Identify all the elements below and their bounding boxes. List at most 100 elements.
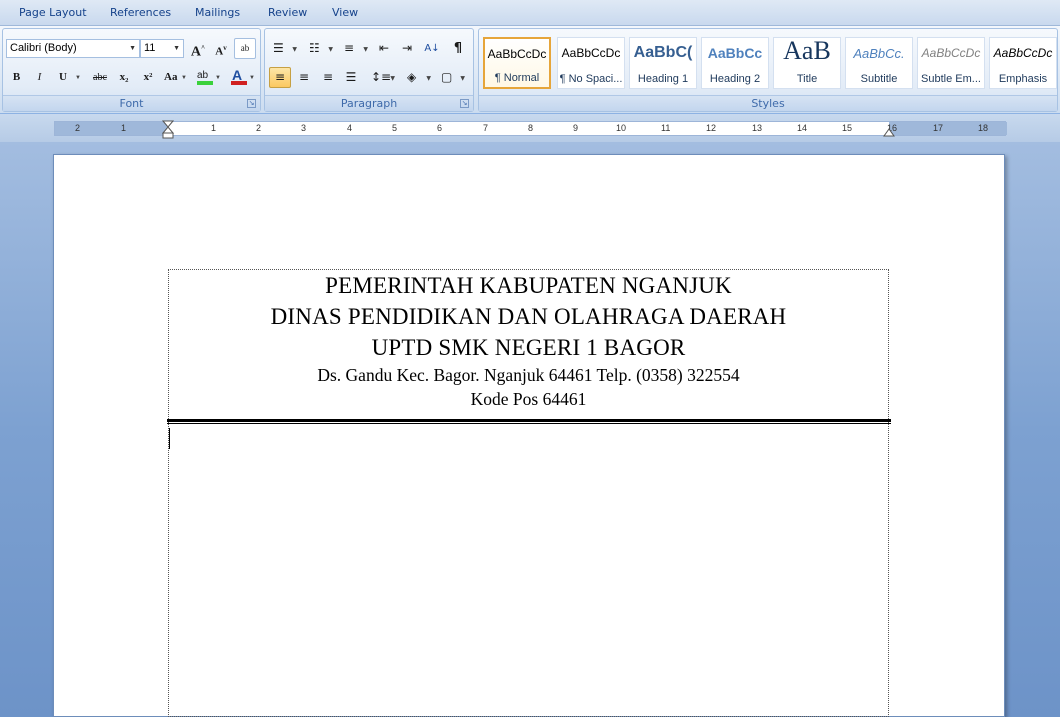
style-subtle-emphasis[interactable]: AaBbCcDc Subtle Em... [917,37,985,89]
align-right-icon: ≡ [322,70,334,84]
align-right-button[interactable]: ≡ [317,67,339,88]
style-name: Heading 2 [709,73,761,85]
clear-formatting-button[interactable]: ab [234,38,256,59]
style-name: Title [796,73,818,85]
style-name: ¶ No Spaci... [559,73,623,85]
ruler-number: 1 [121,123,127,133]
underline-button[interactable]: U ▼ [53,67,83,88]
style-normal[interactable]: AaBbCcDc ¶ Normal [483,37,551,89]
align-left-button[interactable]: ≡ [269,67,291,88]
strikethrough-button[interactable]: abc [88,67,112,88]
chevron-down-icon[interactable]: ▼ [328,40,333,59]
bullets-button[interactable]: ☰ ▼ [269,38,299,59]
superscript-icon: x² [143,71,153,83]
ruler-number: 11 [661,123,671,133]
font-name-combo[interactable]: Calibri (Body) ▼ [6,39,140,58]
style-name: Heading 1 [637,73,689,85]
sort-icon: A↓ [424,43,440,54]
tab-page-layout[interactable]: Page Layout [19,6,87,19]
ruler-number: 12 [706,123,717,133]
align-center-button[interactable]: ≡ [293,67,315,88]
highlight-button[interactable]: ab ▼ [193,67,223,88]
shading-button[interactable]: ◈ ▼ [403,67,433,88]
letterhead-divider-thick [167,419,891,422]
paragraph-group: ☰ ▼ ☷ ▼ ≡ ▼ ⇤ ⇥ A↓ ¶ ≡ ≡ ≡ ☰ ↕≡ ▼ ◈ ▼ ▢ ▼ Para… [264,28,474,112]
styles-group: AaBbCcDc ¶ Normal AaBbCcDc ¶ No Spaci...… [478,28,1058,112]
chevron-down-icon[interactable]: ▼ [249,69,255,88]
style-subtitle[interactable]: AaBbCc. Subtitle [845,37,913,89]
multilevel-list-button[interactable]: ≡ ▼ [340,38,370,59]
justify-button[interactable]: ☰ [340,67,362,88]
chevron-down-icon[interactable]: ▼ [215,69,221,88]
ruler-number: 7 [483,123,489,133]
style-sample: AaBbCcDc [921,46,981,60]
ruler-number: 18 [978,123,989,133]
shrink-font-button[interactable]: Av [210,38,232,59]
chevron-down-icon[interactable]: ▼ [173,40,180,57]
style-no-spacing[interactable]: AaBbCcDc ¶ No Spaci... [557,37,625,89]
style-emphasis[interactable]: AaBbCcDc Emphasis [989,37,1057,89]
italic-icon: I [37,71,42,83]
chevron-down-icon[interactable]: ▼ [292,40,297,59]
ruler-number: 4 [347,123,353,133]
style-name: Emphasis [998,73,1048,85]
letterhead: PEMERINTAH KABUPATEN NGANJUK DINAS PENDI… [168,270,889,411]
horizontal-ruler[interactable]: 2 1 1 2 3 4 5 6 7 8 9 10 11 12 13 14 15 … [54,120,1007,139]
style-sample: AaB [783,37,831,65]
ruler-number: 1 [211,123,217,133]
chevron-down-icon[interactable]: ▼ [363,40,368,59]
tab-view[interactable]: View [332,6,358,19]
change-case-button[interactable]: Aa ▼ [161,67,189,88]
chevron-down-icon[interactable]: ▼ [129,40,136,57]
ruler-number: 13 [752,123,763,133]
italic-button[interactable]: I [29,67,50,88]
font-size-combo[interactable]: 11 ▼ [140,39,184,58]
ruler-number: 6 [437,123,443,133]
style-name: Subtle Em... [921,73,981,85]
ruler-number: 14 [797,123,808,133]
ruler-number: 17 [933,123,944,133]
tab-mailings[interactable]: Mailings [195,6,240,19]
style-heading-2[interactable]: AaBbCc Heading 2 [701,37,769,89]
line-spacing-button[interactable]: ↕≡ ▼ [367,67,397,88]
tab-review[interactable]: Review [268,6,307,19]
indent-marker-icon[interactable] [162,120,174,140]
subscript-icon: x₂ [119,71,129,83]
tab-references[interactable]: References [110,6,171,19]
grow-font-button[interactable]: A^ [187,38,209,60]
right-indent-marker-icon[interactable] [883,127,895,137]
style-heading-1[interactable]: AaBbC( Heading 1 [629,37,697,89]
multilevel-list-icon: ≡ [344,41,355,55]
paragraph-dialog-launcher-icon[interactable]: ↘ [460,99,469,108]
font-name-value: Calibri (Body) [10,42,77,54]
chevron-down-icon[interactable]: ▼ [460,69,465,88]
numbering-button[interactable]: ☷ ▼ [305,38,335,59]
increase-indent-button[interactable]: ⇥ [396,38,418,59]
borders-button[interactable]: ▢ ▼ [437,67,467,88]
chevron-down-icon[interactable]: ▼ [390,69,395,88]
chevron-down-icon[interactable]: ▼ [181,69,187,88]
bold-button[interactable]: B [6,67,27,88]
decrease-indent-button[interactable]: ⇤ [373,38,395,59]
style-sample: AaBbC( [633,44,693,61]
highlight-color-bar [197,81,213,85]
show-formatting-button[interactable]: ¶ [447,38,469,59]
font-color-button[interactable]: A ▼ [227,67,257,88]
line-spacing-icon: ↕≡ [371,70,392,84]
style-title[interactable]: AaB Title [773,37,841,89]
font-dialog-launcher-icon[interactable]: ↘ [247,99,256,108]
subscript-button[interactable]: x₂ [113,67,135,88]
letterhead-line-2: DINAS PENDIDIKAN DAN OLAHRAGA DAERAH [270,304,787,329]
ruler-left-margin [55,122,167,135]
bullets-icon: ☰ [273,41,284,55]
ruler-number: 2 [75,123,81,133]
chevron-down-icon[interactable]: ▼ [426,69,431,88]
superscript-button[interactable]: x² [137,67,159,88]
ruler-number: 15 [842,123,853,133]
ruler-right-margin [889,122,1007,135]
sort-button[interactable]: A↓ [421,38,443,59]
font-group-label: Font [3,95,260,111]
style-name: Subtitle [860,73,898,85]
chevron-down-icon[interactable]: ▼ [75,69,81,88]
letterhead-address: Ds. Gandu Kec. Bagor. Nganjuk 64461 Telp… [317,365,740,385]
